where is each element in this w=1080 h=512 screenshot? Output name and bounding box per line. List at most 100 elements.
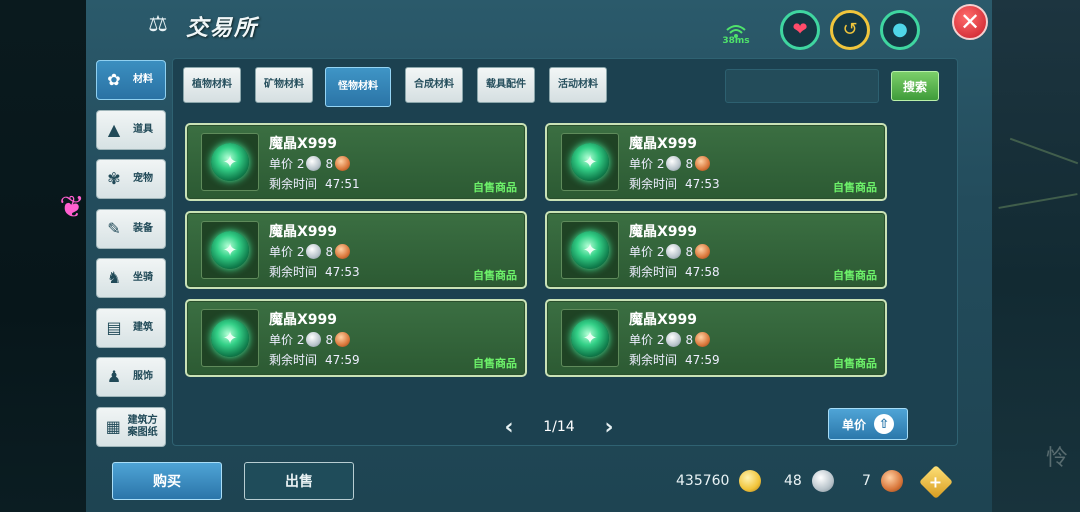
- price-label: 单价: [629, 157, 654, 171]
- arrow-up-icon: ⇧: [874, 414, 894, 434]
- chevron-right-icon[interactable]: ›: [600, 415, 618, 440]
- price-silver: 2: [656, 244, 665, 259]
- copper-coin-icon: [695, 156, 711, 171]
- search-input[interactable]: [725, 69, 879, 103]
- time-label: 剩余时间: [269, 265, 318, 279]
- tab-event-material[interactable]: 活动材料: [549, 67, 607, 103]
- time-label: 剩余时间: [629, 177, 678, 191]
- side-item-building[interactable]: ▤ 建筑: [96, 307, 166, 348]
- price-silver: 2: [296, 332, 305, 347]
- silver-coin-icon: [666, 244, 682, 259]
- copper-coin-icon: [695, 244, 711, 259]
- side-item-label: 道具: [133, 123, 153, 135]
- buy-button[interactable]: 购买: [112, 462, 222, 500]
- gold-balance: 435760: [676, 470, 765, 492]
- side-menu: ✿ 材料 ▲ 道具 ✾ 宠物 ✎ 装备 ♞ 坐骑 ▤ 建筑 ♟ 服饰 ▦ 建筑方: [96, 60, 168, 456]
- game-world-right: 怜: [988, 0, 1080, 512]
- side-item-label: 装备: [133, 222, 153, 234]
- remaining-time: 剩余时间 47:59: [629, 351, 720, 368]
- mount-icon: ♞: [106, 268, 122, 287]
- time-label: 剩余时间: [629, 265, 678, 279]
- time-value: 47:51: [325, 177, 360, 191]
- sell-button[interactable]: 出售: [244, 462, 354, 500]
- time-value: 47:53: [325, 265, 360, 279]
- side-item-label: 坐骑: [133, 272, 153, 283]
- search-button[interactable]: 搜索: [891, 71, 939, 101]
- tab-monster-material[interactable]: 怪物材料: [325, 67, 391, 107]
- page-number: 1/14: [543, 419, 575, 435]
- side-item-equipment[interactable]: ✎ 装备: [96, 208, 166, 249]
- sort-button-label: 单价: [841, 417, 866, 432]
- side-item-label: 材料: [133, 74, 153, 85]
- item-price: 单价 2 8: [629, 155, 714, 172]
- add-currency-button[interactable]: +: [919, 465, 953, 499]
- silver-coin-icon: [666, 332, 682, 347]
- self-sale-tag: 自售商品: [833, 269, 877, 282]
- side-item-mount[interactable]: ♞ 坐骑: [96, 258, 166, 298]
- copper-coin-icon: [880, 470, 903, 492]
- gold-coin-icon: [739, 470, 762, 492]
- close-button[interactable]: ✕: [952, 4, 988, 40]
- side-item-blueprint[interactable]: ▦ 建筑方案图纸: [96, 406, 166, 447]
- price-label: 单价: [269, 245, 294, 259]
- gold-amount: 435760: [676, 473, 730, 489]
- tab-plant-material[interactable]: 植物材料: [183, 67, 241, 103]
- item-name: 魔晶X999: [629, 136, 698, 152]
- time-value: 47:59: [325, 353, 360, 367]
- listing-card[interactable]: ✦ 魔晶X999 单价 2 8 剩余时间 47:51 自售商品: [185, 123, 527, 201]
- listing-card[interactable]: ✦ 魔晶X999 单价 2 8 剩余时间 47:58 自售商品: [545, 211, 887, 289]
- tab-synthetic-material[interactable]: 合成材料: [405, 67, 463, 103]
- time-label: 剩余时间: [629, 353, 678, 367]
- side-item-props[interactable]: ▲ 道具: [96, 109, 166, 150]
- item-frame: ✦: [201, 221, 259, 279]
- side-item-clothing[interactable]: ♟ 服饰: [96, 357, 166, 397]
- clothing-icon: ♟: [106, 367, 122, 386]
- remaining-time: 剩余时间 47:53: [629, 175, 720, 192]
- listing-card[interactable]: ✦ 魔晶X999 单价 2 8 剩余时间 47:53 自售商品: [545, 123, 887, 201]
- item-name: 魔晶X999: [629, 224, 698, 240]
- magic-crystal-icon: ✦: [571, 231, 609, 269]
- listing-card[interactable]: ✦ 魔晶X999 单价 2 8 剩余时间 47:53 自售商品: [185, 211, 527, 289]
- chevron-left-icon[interactable]: ‹: [500, 415, 518, 440]
- side-item-label: 建筑方案图纸: [127, 414, 158, 438]
- silver-coin-icon: [306, 244, 322, 259]
- remaining-time: 剩余时间 47:58: [629, 263, 720, 280]
- time-value: 47:59: [685, 353, 720, 367]
- item-price: 单价 2 8: [269, 331, 354, 348]
- silver-balance: 48: [784, 470, 838, 492]
- magic-crystal-icon: ✦: [211, 319, 249, 357]
- hunger-status[interactable]: ↺: [830, 10, 870, 50]
- item-price: 单价 2 8: [629, 243, 714, 260]
- tab-vehicle-parts[interactable]: 载具配件: [477, 67, 535, 103]
- water-status[interactable]: ●: [880, 10, 920, 50]
- building-icon: ▤: [106, 317, 122, 337]
- water-drop-icon: ●: [892, 19, 908, 40]
- item-frame: ✦: [561, 133, 619, 191]
- title-bar: ⚖ 交易所 38ms ❤ ↺ ● ✕: [86, 0, 992, 52]
- listing-content: 植物材料 矿物材料 怪物材料 合成材料 载具配件 活动材料 搜索 ✦ 魔晶X99…: [172, 58, 958, 446]
- heart-icon: ❤: [792, 19, 808, 40]
- blueprint-icon: ▦: [105, 416, 121, 436]
- listing-card[interactable]: ✦ 魔晶X999 单价 2 8 剩余时间 47:59 自售商品: [185, 299, 527, 377]
- price-label: 单价: [269, 157, 294, 171]
- item-name: 魔晶X999: [269, 136, 338, 152]
- price-label: 单价: [629, 245, 654, 259]
- health-status[interactable]: ❤: [780, 10, 820, 50]
- tab-mineral-material[interactable]: 矿物材料: [255, 67, 313, 103]
- self-sale-tag: 自售商品: [833, 181, 877, 194]
- exchange-panel: ⚖ 交易所 38ms ❤ ↺ ● ✕ ✿ 材料 ▲ 道具 ✾ 宠物 ✎ 装备 ♞…: [86, 0, 992, 512]
- page-title: 交易所: [186, 16, 259, 41]
- potion-icon: ▲: [107, 119, 121, 139]
- price-copper: 8: [685, 156, 694, 171]
- side-item-pet[interactable]: ✾ 宠物: [96, 159, 166, 199]
- material-icon: ✿: [107, 70, 121, 89]
- game-world-left: [0, 0, 90, 512]
- time-value: 47:53: [685, 177, 720, 191]
- side-item-material[interactable]: ✿ 材料: [96, 60, 166, 100]
- self-sale-tag: 自售商品: [473, 181, 517, 194]
- listing-card[interactable]: ✦ 魔晶X999 单价 2 8 剩余时间 47:59 自售商品: [545, 299, 887, 377]
- copper-coin-icon: [335, 244, 351, 259]
- self-sale-tag: 自售商品: [473, 269, 517, 282]
- copper-balance: 7: [862, 470, 907, 492]
- sort-by-price-button[interactable]: 单价 ⇧: [828, 408, 908, 440]
